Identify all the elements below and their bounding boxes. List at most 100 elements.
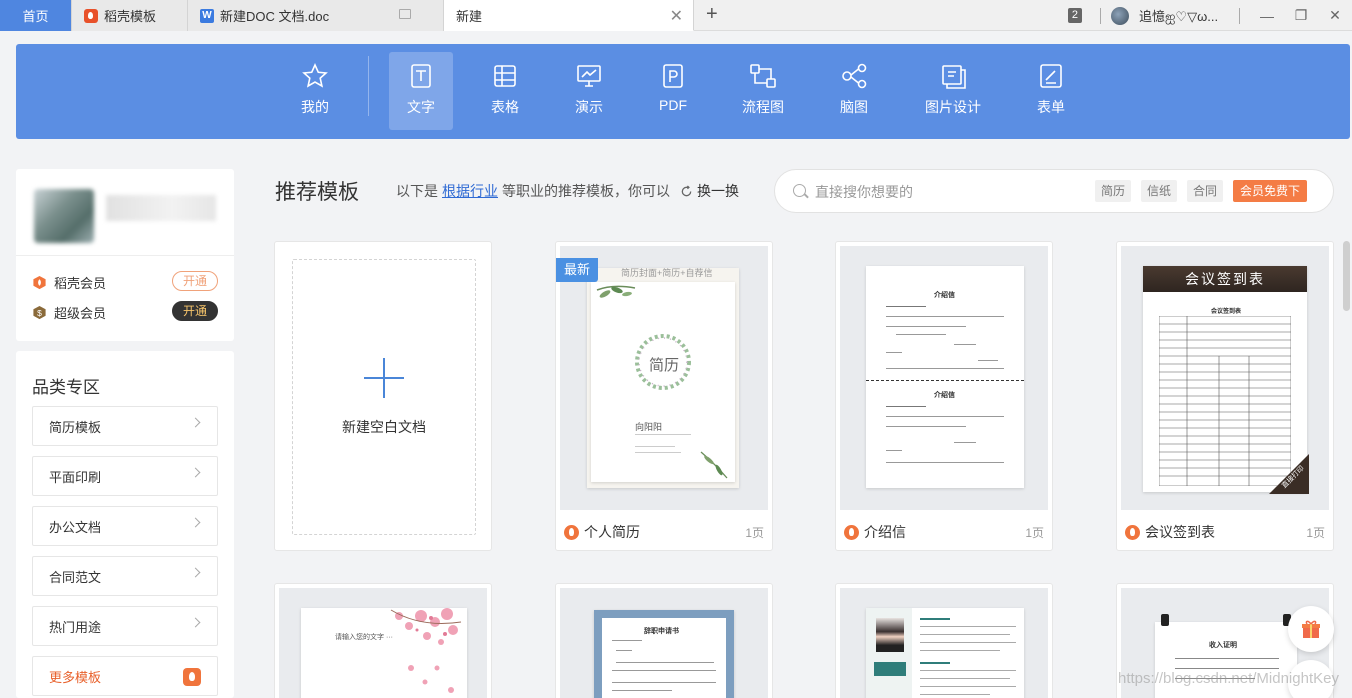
template-card-resignation[interactable]: 辞职申请书	[555, 583, 773, 698]
industry-link[interactable]: 根据行业	[442, 181, 498, 201]
search-icon[interactable]	[793, 184, 806, 197]
text-line	[612, 682, 716, 683]
new-blank-document-card[interactable]: 新建空白文档	[274, 241, 492, 551]
super-vip-icon: $	[33, 305, 46, 320]
blossom-paper: 请输入您的文字 ···	[301, 608, 467, 698]
plus-icon	[364, 358, 404, 398]
nav-flowchart[interactable]: 流程图	[731, 52, 795, 130]
cut-line	[866, 380, 1024, 381]
nav-image-design[interactable]: 图片设计	[921, 52, 985, 130]
text-line	[954, 442, 976, 443]
tab-home[interactable]: 首页	[0, 0, 72, 31]
restore-icon[interactable]: ❐	[1284, 7, 1318, 24]
resume-paper: 简历封面+简历+自荐信 简历 向阳阳	[587, 268, 739, 488]
vip-free-download-button[interactable]: 会员免费下	[1232, 180, 1307, 202]
close-tab-icon[interactable]: ✕	[670, 6, 683, 26]
category-panel: 品类专区 简历模板 平面印刷 办公文档 合同范文 热门用途 更多模板	[16, 351, 234, 698]
new-blank-label: 新建空白文档	[342, 419, 426, 435]
tab-count-badge[interactable]: 2	[1067, 8, 1082, 23]
open-docer-vip-button[interactable]: 开通	[172, 271, 218, 291]
tab-new[interactable]: 新建 ✕	[444, 0, 694, 31]
category-resume[interactable]: 简历模板	[32, 406, 218, 446]
open-super-vip-button[interactable]: 开通	[172, 301, 218, 321]
monitor-icon[interactable]	[399, 9, 411, 19]
username-label[interactable]: 追憶ஐ♡▽ω...	[1139, 6, 1229, 26]
nav-mindmap[interactable]: 脑图	[822, 52, 886, 130]
scrollbar-thumb[interactable]	[1343, 241, 1350, 311]
text-line	[886, 306, 926, 307]
template-thumbnail: 介绍信 介绍信	[840, 246, 1048, 510]
text-line	[920, 678, 1010, 679]
template-thumbnail: 请输入您的文字 ···	[279, 588, 487, 698]
nav-pdf[interactable]: PDF	[641, 52, 705, 130]
text-line	[886, 316, 1004, 317]
avatar-blurred[interactable]	[34, 189, 94, 243]
new-tab-plus-icon[interactable]: +	[706, 3, 718, 26]
nav-mine[interactable]: 我的	[283, 52, 347, 130]
search-tag-contract[interactable]: 合同	[1187, 180, 1224, 202]
category-contract[interactable]: 合同范文	[32, 556, 218, 596]
text-line	[954, 344, 976, 345]
template-thumbnail: 简历封面+简历+自荐信 简历 向阳阳	[560, 246, 768, 510]
nav-writer[interactable]: 文字	[389, 52, 453, 130]
search-tag-letterpaper[interactable]: 信纸	[1141, 180, 1178, 202]
pdf-icon	[663, 64, 683, 88]
chevron-right-icon	[190, 417, 201, 428]
star-icon	[302, 63, 328, 88]
category-title: 品类专区	[32, 378, 100, 397]
text-line	[886, 462, 1004, 463]
category-popular[interactable]: 热门用途	[32, 606, 218, 646]
text-line	[896, 334, 946, 335]
flowchart-icon	[750, 64, 776, 88]
gift-button[interactable]	[1288, 606, 1334, 652]
text-line	[920, 642, 1016, 643]
more-templates-button[interactable]: 更多模板	[32, 656, 218, 696]
recommend-hint: 以下是 根据行业 等职业的推荐模板，你可以 换一换	[396, 181, 739, 201]
text-line	[612, 640, 642, 641]
chevron-right-icon	[190, 617, 201, 628]
nav-spreadsheet[interactable]: 表格	[473, 52, 537, 130]
super-vip-row: $ 超级会员	[32, 303, 106, 322]
template-search: 简历 信纸 合同 会员免费下	[774, 169, 1334, 213]
docer-logo-icon	[84, 8, 98, 23]
signin-banner: 会议签到表	[1143, 266, 1307, 292]
template-card-resume-photo[interactable]	[835, 583, 1053, 698]
resignation-inner: 辞职申请书	[602, 618, 726, 698]
writer-file-icon: W	[200, 8, 214, 23]
category-print[interactable]: 平面印刷	[32, 456, 218, 496]
tab-docer-templates[interactable]: 稻壳模板	[72, 0, 188, 31]
text-line	[886, 426, 966, 427]
refresh-button[interactable]: 换一换	[680, 181, 739, 201]
user-avatar[interactable]	[1111, 6, 1129, 25]
text-line	[920, 650, 1000, 651]
minimize-icon[interactable]: —	[1250, 8, 1284, 24]
nav-presentation[interactable]: 演示	[557, 52, 621, 130]
text-line	[886, 326, 966, 327]
text-line	[616, 662, 714, 663]
text-line	[920, 662, 950, 664]
search-tag-resume[interactable]: 简历	[1095, 180, 1132, 202]
template-card-signin-sheet[interactable]: 会议签到表 会议签到表 直接打印 会议签到表 1页	[1116, 241, 1334, 551]
close-window-icon[interactable]: ✕	[1318, 7, 1352, 24]
search-input[interactable]	[815, 181, 1085, 203]
nav-form[interactable]: 表单	[1019, 52, 1083, 130]
text-line	[1175, 658, 1279, 659]
docer-logo-icon	[183, 668, 201, 686]
template-card-resume[interactable]: 最新 简历封面+简历+自荐信 简历 向阳阳 个人简历 1页	[555, 241, 773, 551]
template-card-intro-letter[interactable]: 介绍信 介绍信 介绍信 1页	[835, 241, 1053, 551]
text-line	[616, 650, 632, 651]
template-footer: 个人简历 1页	[556, 518, 772, 546]
photo-placeholder	[876, 618, 904, 652]
docer-vip-icon	[33, 275, 46, 290]
chevron-right-icon	[190, 467, 201, 478]
tab-doc-file[interactable]: W 新建DOC 文档.doc	[188, 0, 444, 31]
docer-logo-icon	[564, 524, 579, 540]
text-line	[920, 634, 1010, 635]
text-line	[920, 670, 1016, 671]
form-icon	[1040, 64, 1062, 88]
cherry-blossom-icon	[390, 608, 462, 693]
template-card-blossom-letter[interactable]: 请输入您的文字 ···	[274, 583, 492, 698]
chevron-right-icon	[190, 517, 201, 528]
text-line	[920, 618, 950, 620]
category-office[interactable]: 办公文档	[32, 506, 218, 546]
